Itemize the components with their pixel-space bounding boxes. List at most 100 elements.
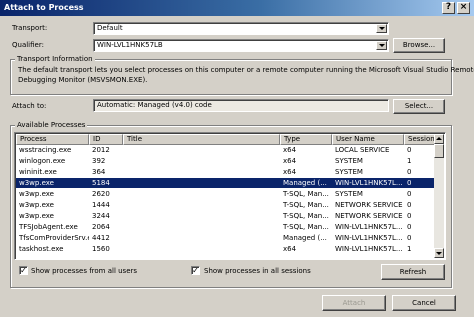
process-type: Managed (... — [283, 234, 327, 242]
attach-to-value: Automatic: Managed (v4.0) code — [97, 101, 212, 109]
table-row[interactable]: wsstracing.exe 2012 x64 LOCAL SERVICE 0 — [16, 145, 435, 155]
process-type: T-SQL, Man... — [283, 223, 329, 231]
process-title — [123, 156, 280, 166]
show-all-sessions-label[interactable]: Show processes in all sessions — [204, 267, 311, 275]
process-user: SYSTEM — [335, 157, 363, 165]
process-id: 2064 — [92, 223, 110, 231]
transport-info-title: Transport Information — [15, 55, 95, 63]
show-all-users-label[interactable]: Show processes from all users — [31, 267, 137, 275]
attach-button[interactable]: Attach — [322, 295, 386, 311]
process-type: Managed (... — [283, 179, 327, 187]
column-process[interactable]: Process — [16, 134, 89, 145]
transport-info-line2: Debugging Monitor (MSVSMON.EXE). — [18, 76, 148, 84]
column-type[interactable]: Type — [280, 134, 332, 145]
browse-button[interactable]: Browse... — [393, 38, 445, 53]
process-id: 4412 — [92, 234, 110, 242]
process-name: wininit.exe — [19, 168, 57, 176]
process-title — [123, 211, 280, 221]
help-button[interactable]: ? — [442, 2, 455, 14]
table-row[interactable]: w3wp.exe 5184 Managed (... WIN-LVL1HNK57L..… — [16, 178, 435, 188]
column-user-name[interactable]: User Name — [332, 134, 404, 145]
checkmark-icon: ✓ — [20, 266, 27, 275]
process-name: winlogon.exe — [19, 157, 66, 165]
process-list-header: Process ID Title Type User Name Session — [16, 134, 435, 145]
close-button[interactable]: × — [457, 2, 470, 14]
column-session[interactable]: Session — [404, 134, 435, 145]
process-id: 2620 — [92, 190, 110, 198]
transport-info-line1: The default transport lets you select pr… — [18, 66, 474, 74]
process-id: 392 — [92, 157, 106, 165]
process-title — [123, 189, 280, 199]
process-id: 3244 — [92, 212, 110, 220]
column-id[interactable]: ID — [89, 134, 123, 145]
show-all-users-checkbox[interactable]: ✓ — [19, 266, 28, 275]
table-row[interactable]: taskhost.exe 1560 x64 WIN-LVL1HNK57L... 1 — [16, 244, 435, 254]
qualifier-value: WIN-LVL1HNK57LB — [97, 41, 163, 49]
process-id: 5184 — [92, 179, 110, 187]
qualifier-combobox[interactable]: WIN-LVL1HNK57LB — [93, 39, 389, 52]
transport-label: Transport: — [12, 24, 48, 32]
table-row[interactable]: wininit.exe 364 x64 SYSTEM 0 — [16, 167, 435, 177]
table-row[interactable]: winlogon.exe 392 x64 SYSTEM 1 — [16, 156, 435, 166]
process-type: T-SQL, Man... — [283, 212, 329, 220]
process-session: 0 — [407, 146, 412, 154]
process-user: SYSTEM — [335, 168, 363, 176]
process-list[interactable]: Process ID Title Type User Name Session … — [14, 132, 446, 260]
process-name: w3wp.exe — [19, 179, 54, 187]
process-title — [123, 178, 280, 188]
process-session: 0 — [407, 234, 412, 242]
process-user: LOCAL SERVICE — [335, 146, 390, 154]
transport-value: Default — [97, 24, 123, 32]
cancel-button[interactable]: Cancel — [392, 295, 456, 311]
process-title — [123, 222, 280, 232]
process-title — [123, 145, 280, 155]
process-title — [123, 167, 280, 177]
process-session: 0 — [407, 190, 412, 198]
checkmark-icon: ✓ — [192, 266, 199, 275]
chevron-down-icon[interactable] — [376, 24, 387, 33]
process-session: 0 — [407, 168, 412, 176]
process-user: WIN-LVL1HNK57L... — [335, 245, 403, 253]
title-bar: Attach to Process ? × — [0, 0, 474, 16]
qualifier-label: Qualifier: — [12, 41, 44, 49]
process-id: 364 — [92, 168, 106, 176]
refresh-button[interactable]: Refresh — [381, 264, 445, 280]
process-list-scrollbar[interactable] — [434, 134, 444, 258]
process-title — [123, 233, 280, 243]
process-name: TFSJobAgent.exe — [19, 223, 78, 231]
process-name: TfsComProviderSrv.exe — [19, 234, 89, 242]
process-name: w3wp.exe — [19, 190, 54, 198]
process-user: WIN-LVL1HNK57L... — [335, 223, 403, 231]
process-type: x64 — [283, 245, 297, 253]
transport-dropdown[interactable]: Default — [93, 22, 389, 35]
attach-to-label: Attach to: — [12, 102, 47, 110]
process-user: SYSTEM — [335, 190, 363, 198]
process-user: NETWORK SERVICE — [335, 212, 403, 220]
table-row[interactable]: w3wp.exe 3244 T-SQL, Man... NETWORK SERVICE… — [16, 211, 435, 221]
select-code-type-button[interactable]: Select... — [393, 99, 445, 114]
column-title[interactable]: Title — [123, 134, 280, 145]
window-title: Attach to Process — [4, 3, 84, 12]
table-row[interactable]: TFSJobAgent.exe 2064 T-SQL, Man... WIN-LVL1… — [16, 222, 435, 232]
attach-to-field: Automatic: Managed (v4.0) code — [93, 99, 389, 112]
process-session: 0 — [407, 201, 412, 209]
table-row[interactable]: w3wp.exe 1444 T-SQL, Man... NETWORK SERVICE… — [16, 200, 435, 210]
process-title — [123, 200, 280, 210]
close-icon: × — [459, 2, 468, 12]
table-row[interactable]: TfsComProviderSrv.exe4412 Managed (... WIN… — [16, 233, 435, 243]
table-row[interactable]: w3wp.exe 2620 T-SQL, Man... SYSTEM 0 — [16, 189, 435, 199]
scroll-up-icon[interactable] — [434, 134, 444, 144]
show-all-sessions-checkbox[interactable]: ✓ — [191, 266, 200, 275]
scroll-down-icon[interactable] — [434, 248, 444, 258]
chevron-down-icon[interactable] — [376, 41, 387, 50]
process-id: 1444 — [92, 201, 110, 209]
process-session: 1 — [407, 157, 412, 165]
process-name: wsstracing.exe — [19, 146, 72, 154]
process-user: WIN-LVL1HNK57L... — [335, 234, 403, 242]
process-id: 2012 — [92, 146, 110, 154]
process-type: T-SQL, Man... — [283, 201, 329, 209]
scroll-thumb[interactable] — [434, 144, 444, 158]
process-user: WIN-LVL1HNK57L... — [335, 179, 403, 187]
process-type: x64 — [283, 157, 297, 165]
process-type: x64 — [283, 146, 297, 154]
